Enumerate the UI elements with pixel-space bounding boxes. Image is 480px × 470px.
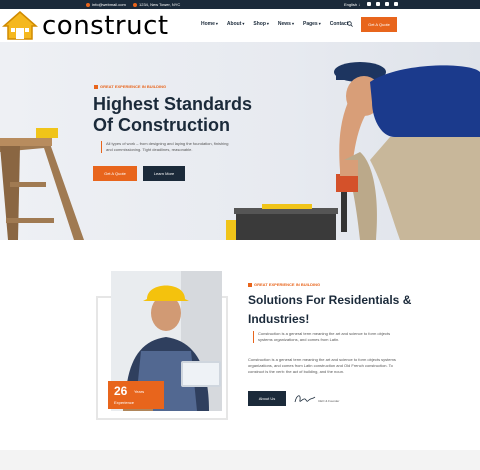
about-section: [0, 240, 480, 450]
experience-label: Experience: [114, 400, 135, 405]
hero-eyebrow-text: GREAT EXPERIENCE IN BUILDING: [100, 84, 167, 89]
next-section-strip: [0, 450, 480, 470]
language-select[interactable]: English ↓: [344, 2, 360, 7]
nav-news[interactable]: News: [278, 21, 294, 27]
hero-section: GREAT EXPERIENCE IN BUILDING Highest Sta…: [0, 42, 480, 240]
location-icon: [133, 2, 137, 7]
nav-shop[interactable]: Shop: [253, 21, 269, 27]
nav-about[interactable]: About: [227, 21, 244, 27]
about-eyebrow-text: GREAT EXPERIENCE IN BUILDING: [254, 282, 321, 287]
about-paragraph-1: Construction is a general term meaning t…: [253, 331, 398, 343]
facebook-icon[interactable]: [367, 2, 371, 6]
square-icon: [248, 282, 252, 287]
experience-number: 26: [114, 384, 128, 398]
signature-role: CEO & Founder: [318, 399, 340, 403]
ladder-illustration: [0, 128, 84, 240]
email-contact[interactable]: info@webmail.com: [86, 2, 126, 7]
house-icon: [2, 11, 38, 40]
social-links: [367, 2, 398, 6]
hero-eyebrow: GREAT EXPERIENCE IN BUILDING: [94, 84, 166, 89]
about-eyebrow: GREAT EXPERIENCE IN BUILDING: [248, 282, 320, 287]
square-icon: [94, 84, 98, 89]
top-info-bar: info@webmail.com 1234, New Tower, NYC En…: [0, 0, 480, 9]
email-text: info@webmail.com: [92, 2, 126, 7]
mail-icon: [86, 2, 90, 7]
hero-title-line1: Highest Standards: [93, 94, 253, 114]
site-logo[interactable]: construct: [0, 9, 174, 42]
hero-quote-button[interactable]: Get A Quote: [93, 166, 137, 181]
hero-title: Highest Standards Of Construction: [93, 94, 273, 136]
twitter-icon[interactable]: [376, 2, 380, 6]
hero-title-line2: Of Construction: [93, 115, 230, 135]
main-nav: Home About Shop News Pages Contact: [201, 21, 349, 27]
pinterest-icon[interactable]: [394, 2, 398, 6]
nav-pages[interactable]: Pages: [303, 21, 321, 27]
hero-illustration: [0, 62, 480, 240]
search-icon[interactable]: [347, 21, 353, 27]
address-text: 1234, New Tower, NYC: [139, 2, 181, 7]
toolbox-illustration: [226, 204, 338, 240]
get-quote-button[interactable]: Get A Quote: [361, 17, 397, 32]
vimeo-icon[interactable]: [385, 2, 389, 6]
hero-description: All types of work – from designing and l…: [101, 141, 236, 153]
about-paragraph-2: Construction is a general term meaning t…: [248, 357, 396, 374]
nav-home[interactable]: Home: [201, 21, 218, 27]
learn-more-button[interactable]: Learn More: [143, 166, 185, 181]
worker-illustration: [334, 62, 480, 240]
ceo-signature: [294, 395, 316, 403]
experience-unit: Years: [134, 389, 145, 394]
experience-badge: 26 Years Experience: [108, 381, 164, 409]
about-us-button[interactable]: About Us: [248, 391, 286, 406]
main-header: construct Home About Shop News Pages Con…: [0, 9, 480, 42]
logo-text: construct: [42, 10, 169, 41]
about-title: Solutions For Residentials & Industries!: [248, 293, 412, 326]
address-contact: 1234, New Tower, NYC: [133, 2, 180, 7]
